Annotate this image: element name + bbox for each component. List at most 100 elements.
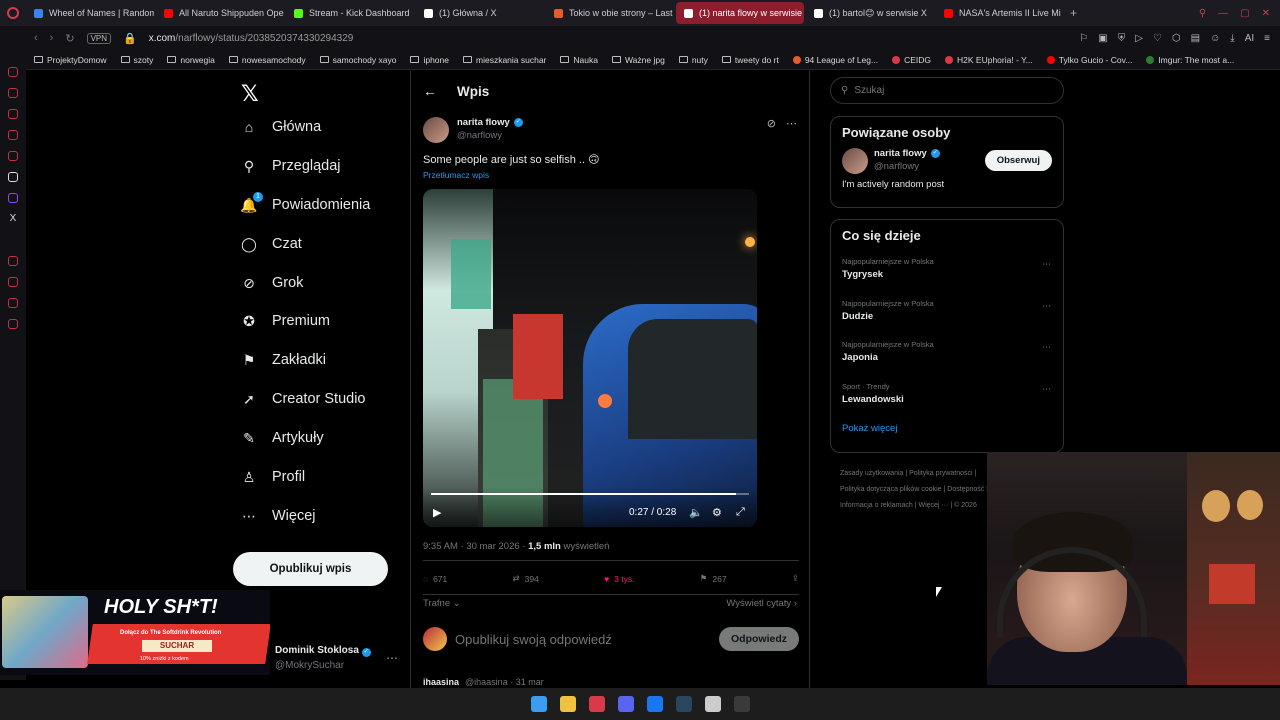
bookmark-item[interactable]: nuty: [678, 55, 708, 65]
browser-tab[interactable]: Tokio w obie strony – Last: [546, 2, 674, 24]
chatgpt-icon[interactable]: [8, 172, 18, 182]
bookmark-item[interactable]: CEIDG: [892, 55, 931, 65]
view-quotes-link[interactable]: Wyświetl cytaty ›: [726, 598, 797, 609]
reply-button[interactable]: Odpowiedz: [719, 627, 799, 651]
bookmark-item[interactable]: szoty: [120, 55, 153, 65]
nav-item-zakładki[interactable]: ⚑ Zakładki: [241, 352, 326, 369]
nav-item-premium[interactable]: ✪ Premium: [241, 313, 330, 330]
speed-dial-icon[interactable]: [8, 109, 18, 119]
trend-item[interactable]: Najpopularniejsze w Polska Japonia ⋯: [831, 340, 1063, 382]
repost-action[interactable]: ⇄ 394: [513, 573, 539, 584]
footer-link[interactable]: Więcej ···: [918, 502, 948, 509]
new-tab-button[interactable]: +: [1064, 6, 1083, 20]
nav-item-czat[interactable]: ◯ Czat: [241, 236, 302, 253]
bookmark-item[interactable]: iphone: [410, 55, 449, 65]
footer-link[interactable]: Dostępność: [947, 486, 984, 493]
news-icon[interactable]: [8, 130, 18, 140]
account-icon[interactable]: ☺: [1210, 33, 1220, 44]
footer-link[interactable]: Zasady użytkowania: [840, 470, 903, 477]
settings-icon[interactable]: [8, 319, 18, 329]
related-avatar[interactable]: [842, 148, 868, 174]
url-field[interactable]: x.com/narflowy/status/203852037433029432…: [149, 33, 354, 44]
play-icon[interactable]: ▷: [1135, 33, 1143, 44]
facebook-icon[interactable]: [646, 696, 663, 712]
bookmark-item[interactable]: Ważne jpg: [611, 55, 665, 65]
author-avatar[interactable]: [423, 117, 449, 143]
file-explorer-icon[interactable]: [559, 696, 576, 712]
steam-icon[interactable]: [675, 696, 692, 712]
player-icon[interactable]: [8, 256, 18, 266]
vpn-badge[interactable]: VPN: [86, 32, 112, 44]
clock-icon[interactable]: [8, 277, 18, 287]
bookmark-item[interactable]: tweety do rt: [721, 55, 779, 65]
grok-explain-icon[interactable]: ⊘: [767, 117, 776, 130]
mail-icon[interactable]: [8, 151, 18, 161]
history-icon[interactable]: [8, 88, 18, 98]
opera-logo-icon[interactable]: [0, 0, 26, 26]
bookmark-item[interactable]: samochody xayo: [319, 55, 396, 65]
minimize-button[interactable]: —: [1218, 8, 1228, 19]
post-video[interactable]: ▶ 0:27 / 0:28 🔈 ⚙ ⤢: [423, 189, 757, 527]
forward-icon[interactable]: ›: [50, 32, 54, 44]
browser-tab[interactable]: Stream - Kick Dashboard: [286, 2, 414, 24]
nav-item-artykuły[interactable]: ✎ Artykuły: [241, 430, 323, 447]
trend-item[interactable]: Sport · Trendy Lewandowski ⋯: [831, 382, 1063, 424]
trend-more-icon[interactable]: ⋯: [1042, 301, 1051, 312]
footer-link[interactable]: Polityka prywatności: [909, 470, 972, 477]
trend-more-icon[interactable]: ⋯: [1042, 259, 1051, 270]
browser-tab[interactable]: NASA's Artemis II Live Mi: [936, 2, 1064, 24]
translate-link[interactable]: Przetłumacz wpis: [423, 170, 489, 180]
footer-link[interactable]: Informacja o reklamach: [840, 502, 913, 509]
bookmark-item[interactable]: Imgur: The most a...: [1146, 55, 1234, 65]
flow-icon[interactable]: [8, 298, 18, 308]
ai-button[interactable]: AI: [1245, 33, 1254, 44]
close-window-button[interactable]: ✕: [1262, 8, 1270, 19]
trend-item[interactable]: Najpopularniejsze w Polska Tygrysek ⋯: [831, 257, 1063, 299]
reply-action[interactable]: ◌ 671: [423, 573, 447, 584]
back-arrow-icon[interactable]: ←: [423, 83, 437, 99]
video-progress-bar[interactable]: [431, 493, 749, 495]
nav-item-powiadomienia[interactable]: 🔔 1 Powiadomienia: [240, 192, 370, 213]
browser-tab[interactable]: Wheel of Names | Random: [26, 2, 154, 24]
reply-input[interactable]: Opublikuj swoją odpowiedź: [455, 632, 711, 647]
bookmark-item[interactable]: mieszkania suchar: [463, 55, 546, 65]
windows-start-icon[interactable]: [530, 696, 547, 712]
terminal-icon[interactable]: [733, 696, 750, 712]
like-action[interactable]: ♥ 3 tys.: [604, 573, 634, 584]
author-handle[interactable]: @narflowy: [457, 130, 523, 141]
trend-more-icon[interactable]: ⋯: [1042, 384, 1051, 395]
account-switcher[interactable]: Dominik Stoklosa ✓ @MokrySuchar: [275, 645, 371, 671]
x-sidebar-icon[interactable]: X: [8, 214, 18, 224]
heart-icon[interactable]: ♡: [1153, 33, 1162, 44]
browser-tab[interactable]: All Naruto Shippuden Ope: [156, 2, 284, 24]
bookmark-action[interactable]: ⚑ 267: [700, 573, 727, 584]
account-more-icon[interactable]: ⋯: [386, 651, 398, 665]
trend-more-icon[interactable]: ⋯: [1042, 342, 1051, 353]
footer-link[interactable]: © 2026: [954, 502, 977, 509]
related-handle[interactable]: @narflowy: [874, 161, 940, 172]
nav-item-przeglądaj[interactable]: ⚲ Przeglądaj: [241, 158, 341, 175]
next-reply-preview[interactable]: ihaasina @ihaasina · 31 mar: [423, 677, 544, 687]
author-name-row[interactable]: narita flowy ✓: [457, 117, 523, 128]
play-icon[interactable]: ▶: [433, 506, 441, 519]
opera-icon[interactable]: [588, 696, 605, 712]
bookmark-item[interactable]: ProjektyDomow: [34, 55, 107, 65]
volume-icon[interactable]: 🔈: [689, 506, 703, 519]
discord-icon[interactable]: [617, 696, 634, 712]
menu-icon[interactable]: ≡: [1264, 33, 1270, 44]
twitch-icon[interactable]: [8, 193, 18, 203]
publish-post-button[interactable]: Opublikuj wpis: [233, 552, 388, 586]
show-more-link[interactable]: Pokaż więcej: [831, 423, 1063, 446]
browser-tab[interactable]: (1) narita flowy w serwisie: [676, 2, 804, 24]
search-input[interactable]: ⚲ Szukaj: [830, 77, 1064, 104]
browser-tab[interactable]: (1) Główna / X: [416, 2, 544, 24]
reply-sort-dropdown[interactable]: Trafne ⌄: [423, 598, 461, 609]
snapshot-icon[interactable]: ▣: [1098, 33, 1107, 44]
wallet-icon[interactable]: ▤: [1191, 33, 1200, 44]
opera-gx-icon[interactable]: [704, 696, 721, 712]
follow-button[interactable]: Obserwuj: [984, 150, 1052, 171]
extensions-icon[interactable]: ⬡: [1172, 33, 1181, 44]
download-icon[interactable]: ⤓: [1230, 33, 1234, 44]
trend-item[interactable]: Najpopularniejsze w Polska Dudzie ⋯: [831, 299, 1063, 341]
back-icon[interactable]: ‹: [34, 32, 38, 44]
